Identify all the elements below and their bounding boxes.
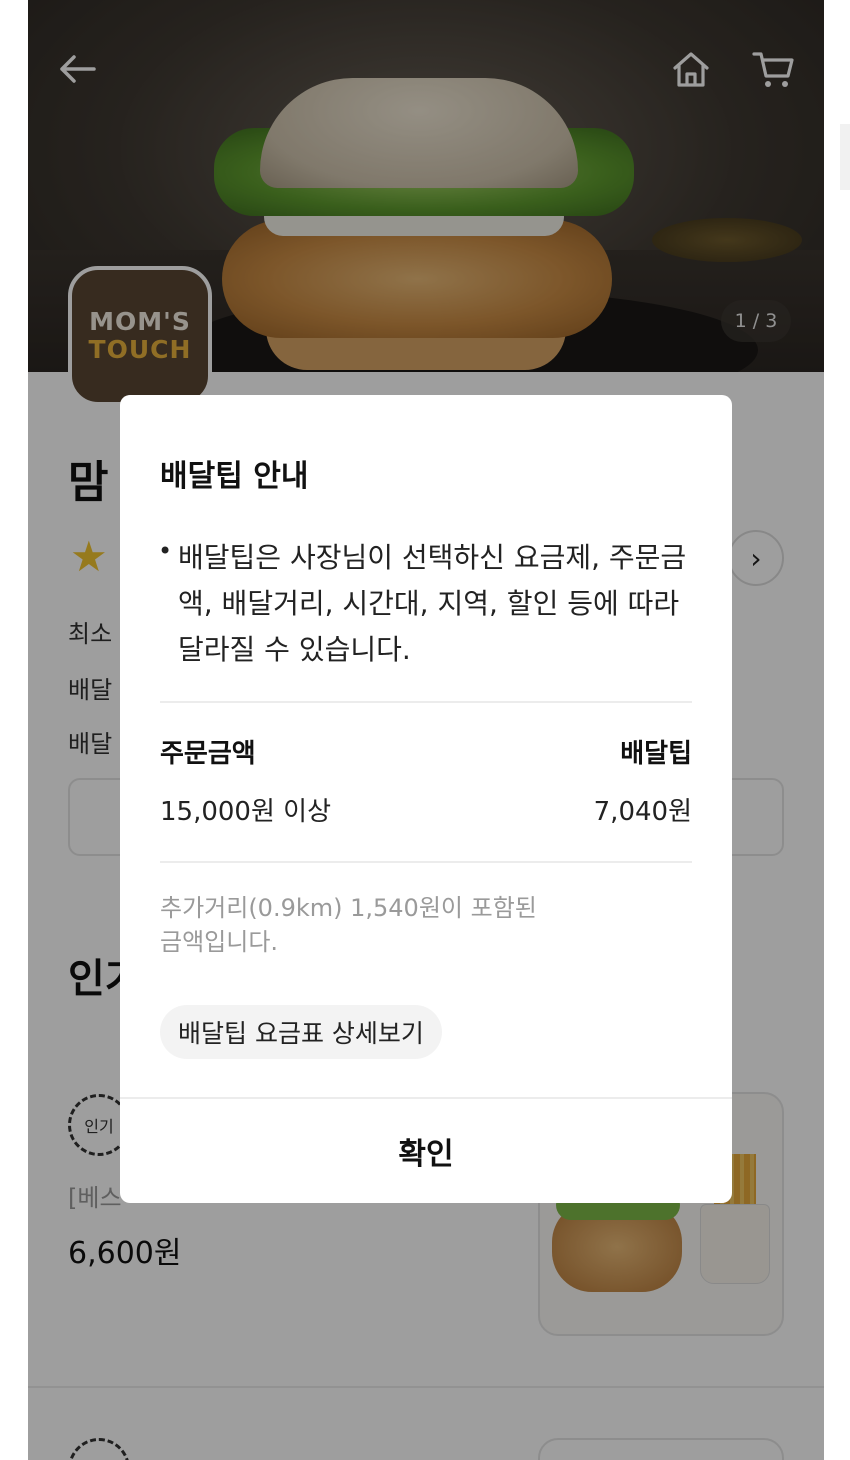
delivery-tip-value: 7,040원 [593,797,692,827]
tip-table-detail-button[interactable]: 배달팁 요금표 상세보기 [160,1005,442,1059]
column-header-delivery-tip: 배달팁 [620,739,692,769]
dialog-title: 배달팁 안내 [160,459,309,494]
column-header-order-amount: 주문금액 [160,739,256,769]
divider [160,861,692,863]
confirm-button[interactable]: 확인 [120,1099,732,1203]
order-amount-value: 15,000원 이상 [160,797,331,827]
extra-distance-note: 추가거리(0.9km) 1,540원이 포함된 금액입니다. [160,894,537,956]
bullet-point: • [158,537,173,565]
scroll-indicator [840,124,850,190]
divider [160,701,692,703]
dialog-description: 배달팁은 사장님이 선택하신 요금제, 주문금액, 배달거리, 시간대, 지역,… [178,541,687,666]
delivery-tip-dialog: 배달팁 안내 • 배달팁은 사장님이 선택하신 요금제, 주문금액, 배달거리,… [120,395,732,1203]
